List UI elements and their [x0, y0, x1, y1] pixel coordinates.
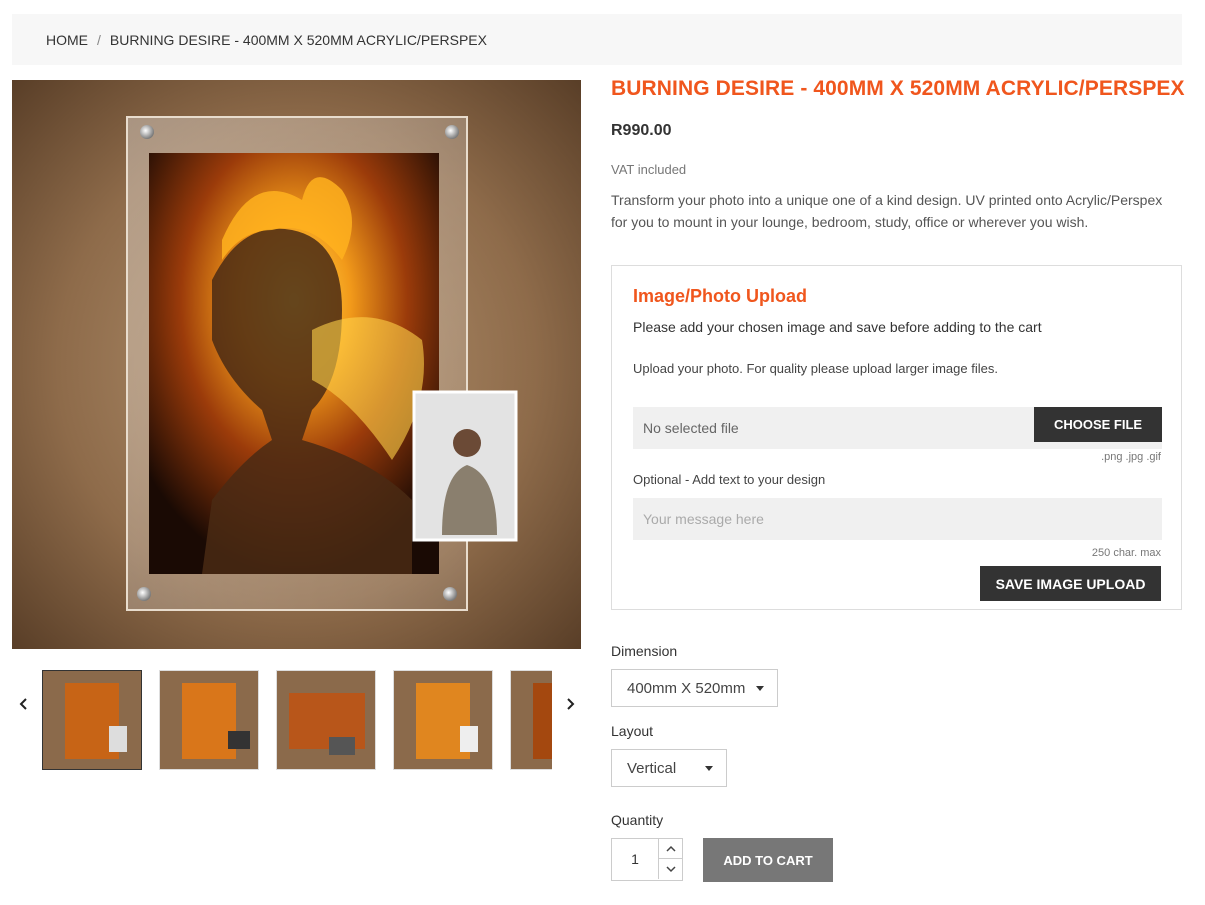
image-upload-panel: Image/Photo Upload Please add your chose… — [611, 265, 1182, 610]
upload-hint: Upload your photo. For quality please up… — [633, 361, 998, 376]
file-types-note: .png .jpg .gif — [1101, 451, 1161, 463]
breadcrumb: HOME / BURNING DESIRE - 400MM X 520MM AC… — [12, 14, 1182, 65]
product-artwork — [12, 80, 581, 649]
quantity-value[interactable]: 1 — [612, 839, 658, 880]
caret-down-icon — [756, 686, 764, 691]
add-to-cart-button[interactable]: ADD TO CART — [703, 838, 833, 882]
choose-file-button[interactable]: CHOOSE FILE — [1034, 407, 1162, 442]
breadcrumb-current: BURNING DESIRE - 400MM X 520MM ACRYLIC/P… — [109, 31, 487, 48]
product-main-image[interactable] — [12, 80, 581, 649]
vat-note: VAT included — [611, 162, 687, 177]
chevron-right-icon[interactable] — [560, 692, 580, 716]
product-title: BURNING DESIRE - 400MM X 520MM ACRYLIC/P… — [611, 77, 1185, 100]
layout-select[interactable]: Vertical — [611, 749, 727, 787]
thumbnail-4[interactable] — [393, 670, 493, 770]
thumbnail-5[interactable] — [510, 670, 552, 770]
quantity-label: Quantity — [611, 812, 664, 828]
layout-value: Vertical — [627, 759, 677, 777]
thumbnail-gallery — [12, 668, 581, 772]
quantity-stepper: 1 — [611, 838, 683, 881]
caret-down-icon — [705, 766, 713, 771]
dimension-select[interactable]: 400mm X 520mm — [611, 669, 778, 707]
layout-label: Layout — [611, 723, 654, 739]
optional-text-label: Optional - Add text to your design — [633, 472, 826, 487]
chevron-up-icon[interactable] — [658, 839, 682, 859]
thumbnail-3[interactable] — [276, 670, 376, 770]
file-input-field[interactable]: No selected file CHOOSE FILE — [633, 407, 1162, 449]
product-price: R990.00 — [611, 122, 672, 139]
char-max-note: 250 char. max — [1091, 547, 1161, 559]
upload-subtitle: Please add your chosen image and save be… — [633, 319, 1042, 335]
thumbnail-1[interactable] — [42, 670, 142, 770]
message-input[interactable] — [633, 498, 1162, 540]
save-image-upload-button[interactable]: SAVE IMAGE UPLOAD — [980, 566, 1161, 601]
breadcrumb-home-link[interactable]: HOME — [46, 32, 88, 48]
file-status: No selected file — [643, 420, 739, 436]
chevron-left-icon[interactable] — [14, 692, 34, 716]
thumbnail-track — [42, 670, 552, 770]
chevron-down-icon[interactable] — [658, 859, 682, 879]
dimension-label: Dimension — [611, 643, 678, 659]
thumbnail-2[interactable] — [159, 670, 259, 770]
breadcrumb-separator: / — [97, 31, 101, 48]
product-description: Transform your photo into a unique one o… — [611, 192, 1163, 230]
dimension-value: 400mm X 520mm — [627, 679, 746, 697]
upload-title: Image/Photo Upload — [633, 286, 808, 306]
